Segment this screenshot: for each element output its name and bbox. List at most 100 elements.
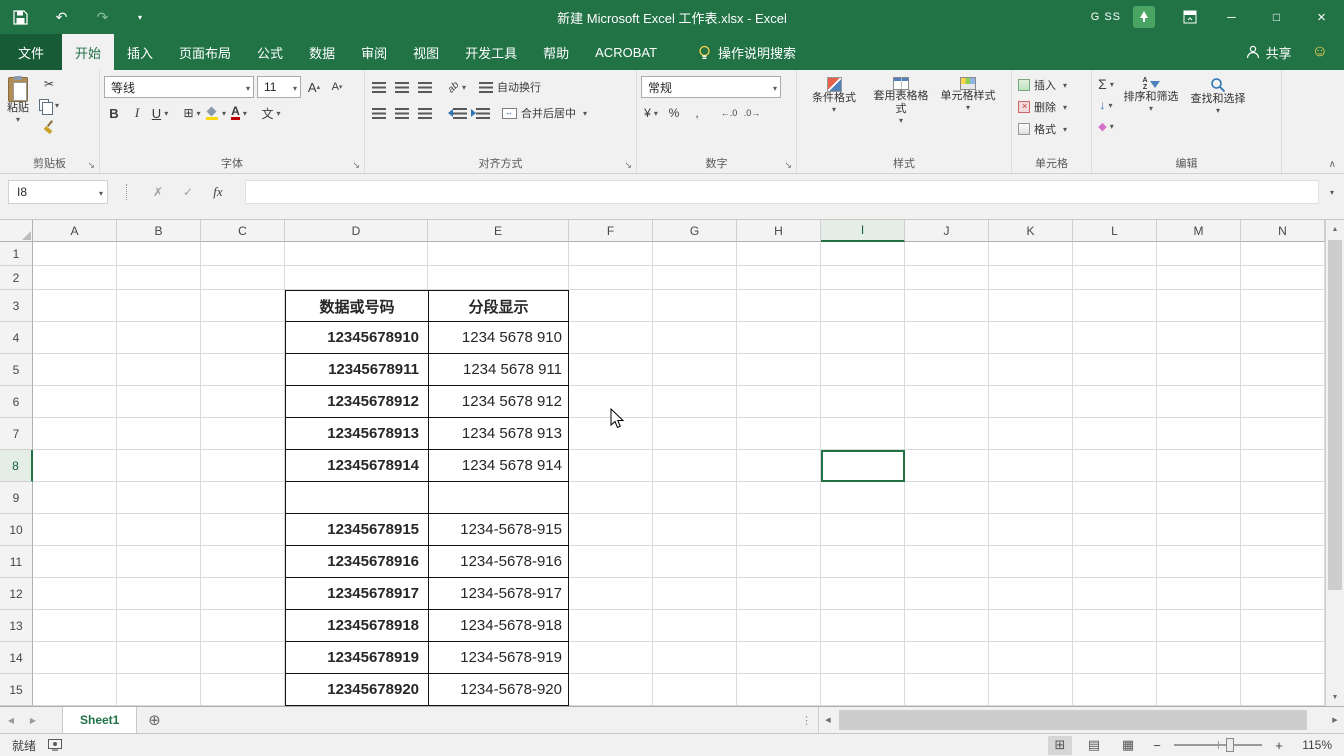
column-header-D[interactable]: D [285, 220, 428, 242]
row-header-14[interactable]: 14 [0, 642, 33, 674]
sheet-nav-left[interactable]: ◀ [0, 707, 22, 733]
cell-G4[interactable] [653, 322, 737, 354]
cell-D7[interactable]: 12345678913 [285, 418, 428, 450]
vertical-scrollbar[interactable]: ▲ ▼ [1325, 220, 1344, 706]
cell-B3[interactable] [117, 290, 201, 322]
cell-K10[interactable] [989, 514, 1073, 546]
cell-N10[interactable] [1241, 514, 1325, 546]
cell-N7[interactable] [1241, 418, 1325, 450]
cell-H3[interactable] [737, 290, 821, 322]
cell-K13[interactable] [989, 610, 1073, 642]
zoom-level[interactable]: 115% [1296, 738, 1332, 752]
cell-L5[interactable] [1073, 354, 1157, 386]
row-header-15[interactable]: 15 [0, 674, 33, 706]
cell-A14[interactable] [33, 642, 117, 674]
align-bottom-button[interactable] [415, 76, 435, 98]
cell-A9[interactable] [33, 482, 117, 514]
cell-N4[interactable] [1241, 322, 1325, 354]
cell-K4[interactable] [989, 322, 1073, 354]
horizontal-scrollbar[interactable]: ◀ ▶ [818, 707, 1344, 733]
align-right-button[interactable] [415, 102, 435, 124]
column-header-N[interactable]: N [1241, 220, 1325, 242]
cell-A15[interactable] [33, 674, 117, 706]
cell-G3[interactable] [653, 290, 737, 322]
macro-record-button[interactable] [48, 739, 62, 751]
cell-G14[interactable] [653, 642, 737, 674]
cell-H4[interactable] [737, 322, 821, 354]
format-cells-button[interactable]: 格式 [1016, 118, 1087, 140]
cell-B7[interactable] [117, 418, 201, 450]
cell-L6[interactable] [1073, 386, 1157, 418]
row-header-10[interactable]: 10 [0, 514, 33, 546]
copy-button[interactable] [39, 95, 59, 115]
cell-M11[interactable] [1157, 546, 1241, 578]
borders-button[interactable]: ⊞ [182, 102, 202, 124]
cell-M10[interactable] [1157, 514, 1241, 546]
cell-A10[interactable] [33, 514, 117, 546]
cell-M2[interactable] [1157, 266, 1241, 290]
cell-M7[interactable] [1157, 418, 1241, 450]
cell-M12[interactable] [1157, 578, 1241, 610]
cell-A1[interactable] [33, 242, 117, 266]
column-header-J[interactable]: J [905, 220, 989, 242]
cell-H11[interactable] [737, 546, 821, 578]
cell-A6[interactable] [33, 386, 117, 418]
cell-E13[interactable]: 1234-5678-918 [428, 610, 569, 642]
conditional-formatting-button[interactable]: 条件格式 [801, 74, 867, 113]
merge-center-button[interactable]: 合并后居中 [502, 102, 587, 124]
cell-F10[interactable] [569, 514, 653, 546]
cell-K15[interactable] [989, 674, 1073, 706]
number-dialog-launcher[interactable] [784, 161, 792, 170]
cell-G11[interactable] [653, 546, 737, 578]
cell-G13[interactable] [653, 610, 737, 642]
cell-N1[interactable] [1241, 242, 1325, 266]
cell-D4[interactable]: 12345678910 [285, 322, 428, 354]
cell-C12[interactable] [201, 578, 285, 610]
cell-C4[interactable] [201, 322, 285, 354]
cell-E6[interactable]: 1234 5678 912 [428, 386, 569, 418]
maximize-button[interactable]: □ [1254, 0, 1299, 34]
cell-D12[interactable]: 12345678917 [285, 578, 428, 610]
cell-H2[interactable] [737, 266, 821, 290]
cell-K7[interactable] [989, 418, 1073, 450]
row-header-12[interactable]: 12 [0, 578, 33, 610]
cell-E7[interactable]: 1234 5678 913 [428, 418, 569, 450]
align-top-button[interactable] [369, 76, 389, 98]
cell-K2[interactable] [989, 266, 1073, 290]
row-header-5[interactable]: 5 [0, 354, 33, 386]
cell-B11[interactable] [117, 546, 201, 578]
undo-button[interactable]: ↶ [53, 9, 70, 26]
cell-E9[interactable] [428, 482, 569, 514]
cell-N3[interactable] [1241, 290, 1325, 322]
format-painter-button[interactable] [39, 116, 59, 136]
cell-N2[interactable] [1241, 266, 1325, 290]
underline-button[interactable] [150, 102, 170, 124]
cell-I10[interactable] [821, 514, 905, 546]
column-header-H[interactable]: H [737, 220, 821, 242]
cell-B14[interactable] [117, 642, 201, 674]
cell-D6[interactable]: 12345678912 [285, 386, 428, 418]
insert-cells-button[interactable]: 插入 [1016, 74, 1087, 96]
user-initials[interactable]: G SS [1091, 11, 1121, 23]
cell-H6[interactable] [737, 386, 821, 418]
cell-C8[interactable] [201, 450, 285, 482]
cell-E1[interactable] [428, 242, 569, 266]
clipboard-dialog-launcher[interactable] [87, 161, 95, 170]
align-center-button[interactable] [392, 102, 412, 124]
cell-F6[interactable] [569, 386, 653, 418]
cell-D11[interactable]: 12345678916 [285, 546, 428, 578]
cell-M5[interactable] [1157, 354, 1241, 386]
column-header-A[interactable]: A [33, 220, 117, 242]
feedback-smiley-button[interactable]: ☺ [1302, 34, 1344, 70]
cell-C1[interactable] [201, 242, 285, 266]
cell-L2[interactable] [1073, 266, 1157, 290]
cell-G2[interactable] [653, 266, 737, 290]
cell-L11[interactable] [1073, 546, 1157, 578]
collapse-ribbon-button[interactable]: ∧ [1329, 159, 1336, 170]
cell-C9[interactable] [201, 482, 285, 514]
cell-J5[interactable] [905, 354, 989, 386]
ribbon-display-options-button[interactable] [1171, 0, 1209, 34]
format-as-table-button[interactable]: 套用表格格式 [870, 74, 932, 124]
cell-E15[interactable]: 1234-5678-920 [428, 674, 569, 706]
cell-J15[interactable] [905, 674, 989, 706]
